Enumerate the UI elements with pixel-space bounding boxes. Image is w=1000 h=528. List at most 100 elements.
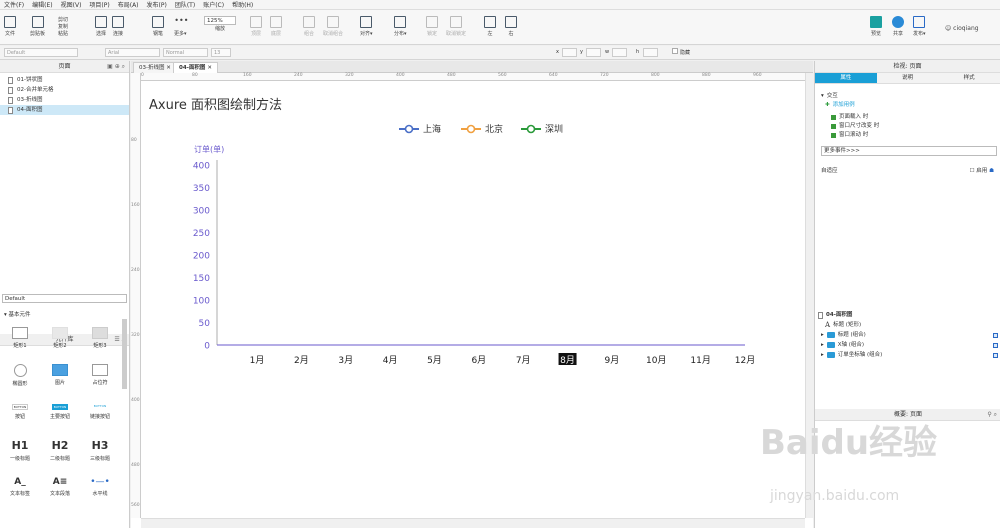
lock-button[interactable]: 锁定 <box>426 16 438 37</box>
adaptive-enable[interactable]: ☐ 启用 ☗ <box>970 166 994 174</box>
menu-help[interactable]: 帮助(H) <box>232 0 253 9</box>
add-case-link[interactable]: ✚ 添加用例 <box>821 101 1000 110</box>
tab-style[interactable]: 样式 <box>938 73 1000 84</box>
widget-text-label[interactable]: A_ 文本标签 <box>0 477 40 497</box>
visibility-icon[interactable] <box>993 332 998 338</box>
event-flag-icon <box>831 133 836 138</box>
zoom-control[interactable]: 125% 缩放 <box>204 16 236 32</box>
x-input[interactable] <box>562 48 577 57</box>
unlock-button[interactable]: 取消锁定 <box>446 16 466 37</box>
group-button[interactable]: 组合 <box>303 16 315 37</box>
canvas-horizontal-scrollbar[interactable] <box>141 518 805 528</box>
outline-item-title[interactable]: A 标题 (矩形) <box>815 320 1000 330</box>
x-tick-label-3: 4月 <box>383 355 398 366</box>
widget-h3[interactable]: H3 三级标题 <box>80 439 120 462</box>
widget-rect2[interactable]: 矩形2 <box>40 327 80 349</box>
connect-button[interactable]: 连接 <box>112 16 124 37</box>
expand-icon[interactable]: ▸ <box>821 330 824 340</box>
tab-03[interactable]: 03-折线图 ✕ <box>133 62 177 73</box>
expand-icon[interactable]: ▸ <box>821 350 824 360</box>
event-window-scroll[interactable]: 窗口滚动 时 <box>821 131 1000 140</box>
y-input[interactable] <box>586 48 601 57</box>
page-item-4[interactable]: 04-面积图 <box>0 105 129 115</box>
area-chart[interactable]: 上海 北京 深圳订单(单) 400 350 300 250 200 150 100 50 0 1月 2月 3… <box>141 115 805 375</box>
menu-publish[interactable]: 发布(P) <box>147 0 167 9</box>
widget-h2[interactable]: H2 二级标题 <box>40 439 80 462</box>
event-page-load[interactable]: 页面载入 时 <box>821 113 1000 122</box>
publish-button[interactable]: 发布▾ <box>913 16 926 37</box>
weight-select[interactable]: Normal <box>163 48 208 57</box>
more-button[interactable]: ••• 更多▾ <box>174 16 188 37</box>
library-section[interactable]: ▾ 基本元件 <box>4 310 31 318</box>
menu-account[interactable]: 账户(C) <box>203 0 224 9</box>
close-icon[interactable]: ✕ <box>166 65 171 71</box>
widget-button[interactable]: BUTTON 按钮 <box>0 404 40 420</box>
more-events-select[interactable]: 更多事件>>> <box>821 146 997 156</box>
event-window-resize[interactable]: 窗口尺寸改变 时 <box>821 122 1000 131</box>
outline-filter-icon[interactable]: ⚲ ⌕ <box>987 409 997 421</box>
style-select[interactable]: Default <box>4 48 78 57</box>
h-input[interactable] <box>643 48 658 57</box>
zoom-select[interactable]: 125% <box>204 16 236 25</box>
select-button[interactable]: 选择 <box>95 16 107 37</box>
visibility-icon[interactable] <box>993 352 998 358</box>
cut-button[interactable]: 剪切 <box>58 16 68 23</box>
canvas-title[interactable]: Axure 面积图绘制方法 <box>149 94 282 113</box>
pen-button[interactable]: 钢笔 <box>152 16 164 37</box>
preview-button[interactable]: 预览 <box>870 16 882 37</box>
x-tick-label-2: 3月 <box>338 355 353 366</box>
left-pane-button[interactable]: 左 <box>484 16 496 37</box>
widget-hline[interactable]: •—• 水平线 <box>80 477 120 497</box>
bottom-layer-button[interactable]: 底层 <box>270 16 282 37</box>
share-button[interactable]: 共享 <box>892 16 904 37</box>
left-pane-icon <box>484 16 496 28</box>
align-button[interactable]: 对齐▾ <box>360 16 373 37</box>
file-button[interactable]: 文件 <box>4 16 16 37</box>
ungroup-button[interactable]: 取消组合 <box>323 16 343 37</box>
pen-icon <box>152 16 164 28</box>
widget-h1[interactable]: H1 一级标题 <box>0 439 40 462</box>
widget-link-button[interactable]: BUTTON 链接按钮 <box>80 404 120 420</box>
size-select[interactable]: 13 <box>211 48 231 57</box>
tab-properties[interactable]: 属性 <box>815 73 877 84</box>
outline-item-axis[interactable]: ▸ 订单坐标轴 (组合) <box>815 350 1000 360</box>
menu-edit[interactable]: 编辑(E) <box>32 0 52 9</box>
page-item-3[interactable]: 03-折线图 <box>0 95 129 105</box>
page-item-1[interactable]: 01-饼状图 <box>0 75 129 85</box>
menu-project[interactable]: 项目(P) <box>89 0 109 9</box>
widget-ellipse[interactable]: 椭圆形 <box>0 364 40 387</box>
widget-image[interactable]: 图片 <box>40 364 80 386</box>
right-pane-button[interactable]: 右 <box>505 16 517 37</box>
top-layer-button[interactable]: 顶层 <box>250 16 262 37</box>
outline-item-xaxis[interactable]: ▸ X轴 (组合) <box>815 340 1000 350</box>
hidden-checkbox[interactable] <box>672 48 678 54</box>
w-input[interactable] <box>612 48 627 57</box>
menu-team[interactable]: 团队(T) <box>175 0 195 9</box>
distribute-button[interactable]: 分布▾ <box>394 16 407 37</box>
library-scrollbar[interactable] <box>122 319 127 389</box>
library-select[interactable]: Default <box>2 294 127 303</box>
widget-paragraph[interactable]: A≡ 文本段落 <box>40 477 80 497</box>
paste-button[interactable]: 粘贴 <box>58 30 68 37</box>
outline-item-title-group[interactable]: ▸ 标题 (组合) <box>815 330 1000 340</box>
clipboard-button[interactable]: 剪贴板 <box>30 16 45 37</box>
font-select[interactable]: Arial <box>105 48 160 57</box>
menu-file[interactable]: 文件(F) <box>4 0 24 9</box>
page-item-2[interactable]: 02-合并单元格 <box>0 85 129 95</box>
user-account[interactable]: ☺ cioqiang <box>945 25 979 32</box>
interaction-header[interactable]: ▾ 交互 <box>821 92 1000 101</box>
tab-notes[interactable]: 说明 <box>876 73 939 84</box>
widget-primary-button[interactable]: BUTTON 主要按钮 <box>40 404 80 420</box>
close-icon[interactable]: ✕ <box>207 65 212 71</box>
widget-rect1[interactable]: 矩形1 <box>0 327 40 349</box>
outline-page[interactable]: 04-面积图 <box>815 310 1000 320</box>
pages-actions-icons[interactable]: ▣ ⊕ ⌕ <box>107 61 125 73</box>
menu-layout[interactable]: 布局(A) <box>118 0 139 9</box>
widget-rect3[interactable]: 矩形3 <box>80 327 120 349</box>
widget-placeholder[interactable]: 占位符 <box>80 364 120 386</box>
copy-button[interactable]: 复制 <box>58 23 68 30</box>
expand-icon[interactable]: ▸ <box>821 340 824 350</box>
tab-04[interactable]: 04-面积图 ✕ <box>173 62 218 73</box>
menu-view[interactable]: 视图(V) <box>61 0 82 9</box>
visibility-icon[interactable] <box>993 342 998 348</box>
